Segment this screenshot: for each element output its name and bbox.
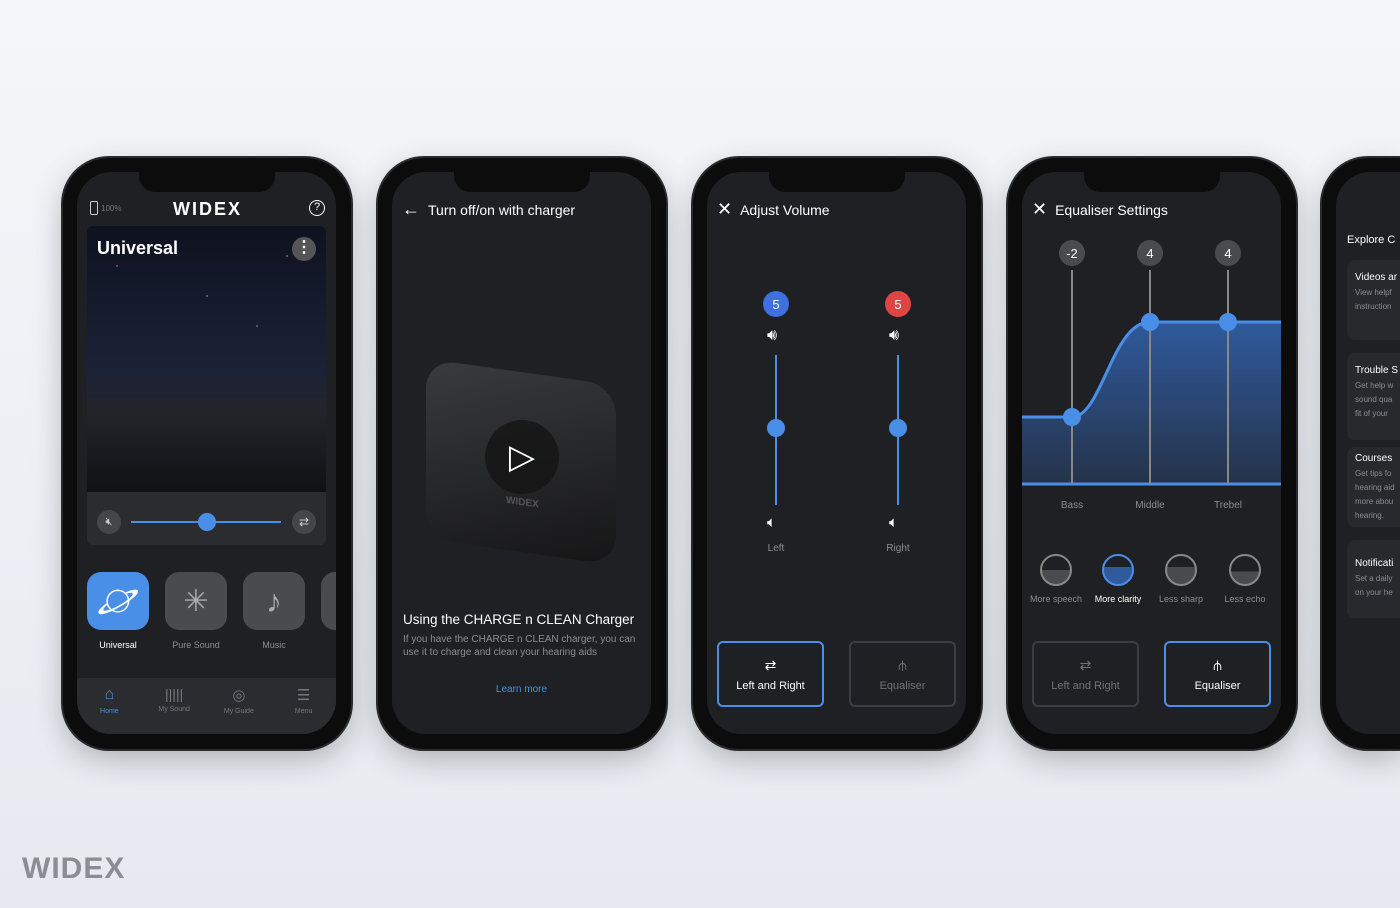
middle-value-badge: 4 [1137, 240, 1163, 266]
back-arrow-icon[interactable]: ← [402, 199, 420, 220]
left-label: Left [767, 543, 785, 554]
bass-value-badge: -2 [1059, 240, 1085, 266]
band-label: Middle [1135, 500, 1165, 511]
nav-my-sound[interactable]: ||||| My Sound [149, 686, 199, 734]
bass-thumb [1063, 408, 1081, 426]
equaliser-icon: ⫛ [1213, 656, 1222, 673]
battery-status: 100% [90, 201, 121, 215]
soundwave-icon: ||||| [165, 686, 184, 702]
treble-value-badge: 4 [1215, 240, 1241, 266]
equaliser-button[interactable]: ⫛ Equaliser [1164, 641, 1271, 707]
widex-logo: WIDEX [173, 199, 243, 219]
phone-equaliser: ✕ Equaliser Settings -2 4 4 Bass Middle T… [1008, 158, 1296, 749]
speaker-quiet-icon: 🔈︎ [767, 514, 777, 531]
article-description: If you have the CHARGE n CLEAN charger, … [403, 634, 636, 658]
right-volume-badge: 5 [885, 291, 911, 317]
equaliser-button[interactable]: ⫛ Equaliser [849, 641, 956, 707]
explore-card-trouble[interactable]: Trouble S Get help w sound qua fit of your [1347, 353, 1400, 440]
preset-more-clarity[interactable]: More clarity [1088, 554, 1148, 604]
nav-my-guide[interactable]: ◎ My Guide [214, 686, 264, 734]
home-icon: ⌂ [104, 686, 115, 703]
program-universal[interactable]: 🪐︎ [87, 572, 149, 630]
screen-title: Explore C [1347, 234, 1396, 246]
home-screen: 100% WIDEX ? Universal ⋮ 🔇︎ ⇄ 🪐︎ ✳ ♪ Uni… [77, 172, 336, 734]
sparkle-icon: ✳ [183, 584, 209, 618]
explore-card-videos[interactable]: Videos ar View helpf instruction [1347, 260, 1400, 340]
band-label: Bass [1060, 500, 1084, 511]
more-options-icon[interactable]: ⋮ [292, 237, 316, 261]
close-icon[interactable]: ✕ [1032, 199, 1047, 220]
program-image [87, 226, 326, 492]
nav-menu[interactable]: ☰ Menu [279, 686, 329, 734]
program-label: Music [262, 640, 286, 650]
volume-slider-thumb[interactable] [198, 513, 216, 531]
phone-volume: ✕ Adjust Volume 5 5 🔊︎ 🔊︎ 🔈︎ 🔈︎ Left Righ… [693, 158, 981, 749]
program-label: Pure Sound [172, 640, 220, 650]
left-volume-badge: 5 [763, 291, 789, 317]
program-pure-sound[interactable]: ✳ [165, 572, 227, 630]
program-label: Universal [99, 640, 137, 650]
preset-curve-icon [1165, 554, 1197, 586]
speaker-loud-icon: 🔊︎ [767, 327, 778, 344]
adjust-icon[interactable]: ⇄ [292, 510, 316, 534]
phone-home: 100% WIDEX ? Universal ⋮ 🔇︎ ⇄ 🪐︎ ✳ ♪ Uni… [63, 158, 351, 749]
explore-screen: Explore C Videos ar View helpf instruction… [1336, 172, 1400, 734]
device-logo: WIDEX [506, 494, 539, 511]
explore-card-courses[interactable]: Courses Get tips fo hearing aid more abou he… [1347, 447, 1400, 527]
phone-charger: ← Turn off/on with charger WIDEX ▷ Using … [378, 158, 666, 749]
learn-more-link[interactable]: Learn more [392, 684, 651, 695]
preset-less-sharp[interactable]: Less sharp [1151, 554, 1211, 604]
preset-curve-icon [1102, 554, 1134, 586]
right-label: Right [886, 543, 910, 554]
sliders-icon: ⇄ [764, 656, 777, 673]
nav-home[interactable]: ⌂ Home [84, 686, 134, 734]
charger-screen: ← Turn off/on with charger WIDEX ▷ Using … [392, 172, 651, 734]
treble-thumb [1219, 313, 1237, 331]
volume-screen: ✕ Adjust Volume 5 5 🔊︎ 🔊︎ 🔈︎ 🔈︎ Left Righ… [707, 172, 966, 734]
slider-thumb[interactable] [767, 419, 785, 437]
left-volume-slider[interactable] [767, 355, 785, 505]
slider-thumb[interactable] [889, 419, 907, 437]
mute-icon[interactable]: 🔇︎ [97, 510, 121, 534]
planet-icon: 🪐︎ [96, 582, 140, 620]
speaker-quiet-icon: 🔈︎ [889, 514, 899, 531]
preset-more-speech[interactable]: More speech [1026, 554, 1086, 604]
bottom-nav: ⌂ Home ||||| My Sound ◎ My Guide ☰ Menu [77, 678, 336, 734]
equaliser-screen: ✕ Equaliser Settings -2 4 4 Bass Middle T… [1022, 172, 1281, 734]
program-card: Universal ⋮ 🔇︎ ⇄ [87, 226, 326, 545]
screen-title: Turn off/on with charger [428, 201, 576, 218]
widex-brand-logo: WIDEX [22, 852, 126, 885]
middle-thumb [1141, 313, 1159, 331]
phone-explore: Explore C Videos ar View helpf instruction… [1322, 158, 1400, 749]
preset-less-echo[interactable]: Less echo [1215, 554, 1275, 604]
equaliser-curve [1022, 270, 1281, 486]
preset-curve-icon [1229, 554, 1261, 586]
battery-level: 100% [101, 203, 122, 213]
program-title: Universal [97, 238, 179, 258]
sliders-icon: ⇄ [1079, 656, 1092, 673]
play-video-button[interactable]: ▷ [485, 420, 559, 494]
battery-icon [90, 201, 98, 215]
volume-slider[interactable] [131, 513, 281, 531]
preset-curve-icon [1040, 554, 1072, 586]
left-and-right-button[interactable]: ⇄ Left and Right [1032, 641, 1139, 707]
help-icon[interactable]: ? [309, 200, 325, 216]
screen-title: Adjust Volume [740, 201, 830, 218]
program-music[interactable]: ♪ [243, 572, 305, 630]
left-and-right-button[interactable]: ⇄ Left and Right [717, 641, 824, 707]
screen-title: Equaliser Settings [1055, 201, 1168, 218]
menu-icon: ☰ [296, 687, 311, 704]
article-title: Using the CHARGE n CLEAN Charger [403, 612, 635, 627]
band-label: Trebel [1214, 500, 1242, 511]
right-volume-slider[interactable] [889, 355, 907, 505]
close-icon[interactable]: ✕ [717, 199, 732, 220]
equaliser-icon: ⫛ [898, 656, 907, 673]
explore-card-notifications[interactable]: Notificati Set a daily on your he [1347, 540, 1400, 618]
music-note-icon: ♪ [266, 582, 282, 619]
speaker-loud-icon: 🔊︎ [889, 327, 900, 344]
program-more[interactable] [321, 572, 336, 630]
compass-icon: ◎ [232, 687, 246, 704]
